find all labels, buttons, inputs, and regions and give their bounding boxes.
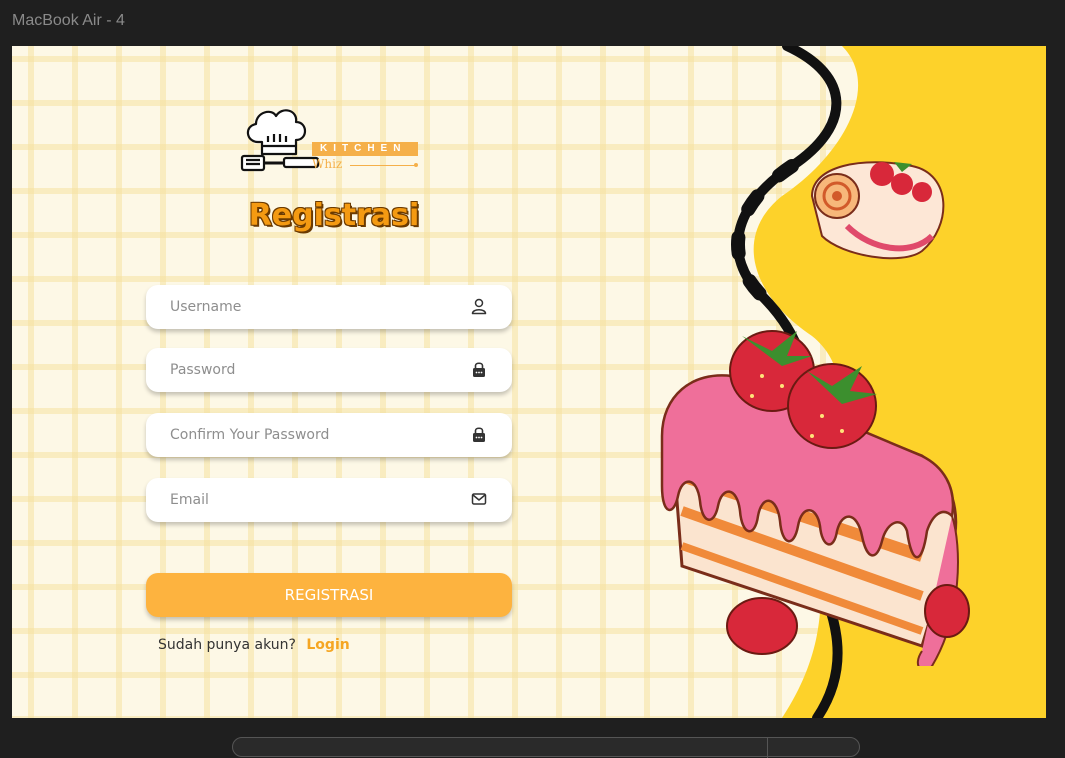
bottom-toolbar: [232, 737, 860, 758]
brand-name-kitchen: KITCHEN: [312, 142, 418, 156]
email-field-container: [146, 478, 512, 522]
brand-dot: [414, 163, 418, 167]
user-icon: [471, 298, 487, 315]
lock-icon: [473, 427, 485, 442]
password-input[interactable]: [146, 348, 512, 392]
login-link[interactable]: Login: [306, 637, 349, 653]
lock-icon: [473, 362, 485, 377]
username-field-container: [146, 285, 512, 329]
email-input[interactable]: [146, 478, 512, 522]
window-title: MacBook Air - 4: [12, 12, 125, 29]
username-input[interactable]: [146, 285, 512, 329]
confirm-password-input[interactable]: [146, 413, 512, 457]
toolbar-divider: [767, 738, 768, 758]
strawberry-cake-illustration: [660, 161, 970, 666]
confirm-password-field-container: [146, 413, 512, 457]
mail-icon: [471, 493, 487, 505]
password-field-container: [146, 348, 512, 392]
login-prompt-text: Sudah punya akun?: [158, 637, 296, 653]
login-prompt: Sudah punya akun? Login: [158, 637, 350, 653]
page-title: Registrasi: [248, 198, 420, 233]
register-button[interactable]: REGISTRASI: [146, 573, 512, 617]
brand-name-whiz: Whiz: [312, 157, 343, 171]
brand-underline: [350, 165, 416, 166]
registration-screen: KITCHEN Whiz Registrasi Username Email R…: [12, 46, 1046, 718]
